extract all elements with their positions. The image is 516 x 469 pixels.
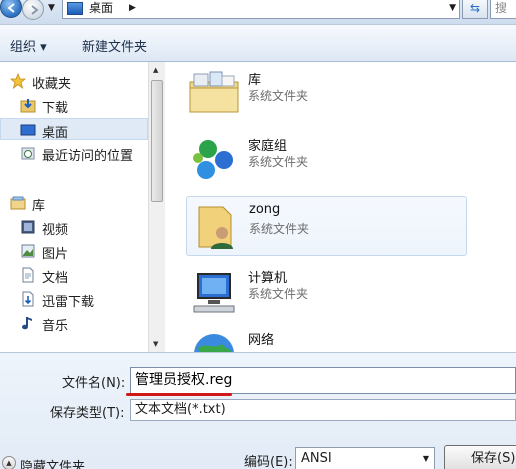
recent-pages-dropdown-icon[interactable]: ▼ <box>48 3 55 13</box>
item-type: 系统文件夹 <box>248 287 309 301</box>
library-folder-icon <box>189 71 239 113</box>
video-library-icon <box>21 220 35 234</box>
save-type-label: 保存类型(T): <box>50 406 125 421</box>
homegroup-icon <box>193 140 233 179</box>
nav-label: 收藏夹 <box>32 77 72 92</box>
user-folder-icon <box>198 206 233 249</box>
new-folder-button[interactable]: 新建文件夹 <box>82 36 147 55</box>
library-icon <box>10 196 26 210</box>
picture-library-icon <box>21 244 35 258</box>
nav-item-thunder-downloads[interactable]: 迅雷下载 <box>0 288 148 310</box>
nav-label: 图片 <box>42 247 69 262</box>
item-name: 库 <box>248 73 262 88</box>
nav-item-downloads[interactable]: 下载 <box>0 94 148 116</box>
refresh-button[interactable]: ⇆ <box>462 0 488 19</box>
navigation-pane: 收藏夹 下载 桌面 最近访问的位置 库 视频 图片 文档 迅雷下载 音乐 <box>0 62 148 352</box>
recent-places-icon <box>21 147 35 160</box>
nav-label: 视频 <box>42 223 69 238</box>
download-folder-icon <box>20 99 36 113</box>
nav-label: 文档 <box>42 271 69 286</box>
filename-field[interactable]: 管理员授权.reg <box>130 367 516 394</box>
nav-item-recent[interactable]: 最近访问的位置 <box>0 142 148 164</box>
list-item[interactable]: zong 系统文件夹 <box>186 196 467 256</box>
nav-label: 最近访问的位置 <box>42 149 134 164</box>
item-type: 系统文件夹 <box>249 222 310 236</box>
computer-icon <box>193 273 235 313</box>
nav-label: 库 <box>32 199 46 214</box>
nav-label: 音乐 <box>42 319 69 334</box>
nav-label: 桌面 <box>42 126 69 141</box>
item-name: zong <box>249 202 281 217</box>
nav-item-videos[interactable]: 视频 <box>0 216 148 238</box>
save-button[interactable]: 保存(S) <box>444 445 516 469</box>
red-underline-annotation <box>126 393 232 396</box>
scroll-thumb[interactable] <box>151 80 163 202</box>
item-type: 系统文件夹 <box>248 89 309 103</box>
organize-button[interactable]: 组织 ▾ <box>10 36 47 55</box>
nav-item-music[interactable]: 音乐 <box>0 312 148 334</box>
item-name: 家庭组 <box>248 139 288 154</box>
download-library-icon <box>22 291 34 307</box>
list-item[interactable]: 库 系统文件夹 <box>186 64 466 122</box>
save-options-panel: 文件名(N): 管理员授权.reg 保存类型(T): 文本文档(*.txt) ▲… <box>0 352 516 469</box>
back-button[interactable] <box>0 0 22 18</box>
encoding-select[interactable]: ANSI ▼ <box>295 447 435 469</box>
desktop-icon <box>20 124 36 136</box>
nav-label: 迅雷下载 <box>42 295 95 310</box>
refresh-icon: ⇆ <box>469 1 481 15</box>
nav-item-desktop[interactable]: 桌面 <box>0 118 148 141</box>
hide-folders-label: 隐藏文件夹 <box>20 460 86 469</box>
save-type-select[interactable]: 文本文档(*.txt) <box>130 399 516 421</box>
forward-button[interactable] <box>22 0 44 20</box>
encoding-value: ANSI <box>301 451 332 466</box>
hide-folders-toggle[interactable]: ▲ 隐藏文件夹 <box>0 456 100 469</box>
chevron-down-icon[interactable]: ▼ <box>449 3 456 13</box>
nav-item-libraries[interactable]: 库 <box>0 192 148 214</box>
address-bar: ▼ 桌面 ▶ ▼ ⇆ 搜 <box>0 0 516 24</box>
arrow-left-icon <box>7 3 15 13</box>
encoding-label: 编码(E): <box>244 455 293 469</box>
nav-item-pictures[interactable]: 图片 <box>0 240 148 262</box>
chevron-right-icon[interactable]: ▶ <box>129 3 136 13</box>
list-item[interactable]: 家庭组 系统文件夹 <box>186 130 466 188</box>
chevron-up-icon: ▲ <box>2 456 16 469</box>
list-item[interactable]: 计算机 系统文件夹 <box>186 262 466 320</box>
search-input[interactable]: 搜 <box>490 0 516 19</box>
scroll-up-icon[interactable]: ▲ <box>153 66 158 74</box>
arrow-right-icon <box>31 5 39 15</box>
command-bar: 组织 ▾ 新建文件夹 <box>0 24 516 62</box>
network-icon <box>194 334 234 352</box>
file-list: 库 系统文件夹 家庭组 系统文件夹 zong 系统文件夹 计算机 系统文件夹 网… <box>166 62 516 352</box>
nav-item-documents[interactable]: 文档 <box>0 264 148 286</box>
nav-item-favorites[interactable]: 收藏夹 <box>0 70 148 92</box>
chevron-down-icon: ▼ <box>422 454 429 463</box>
star-icon <box>10 73 26 89</box>
address-path-item[interactable]: 桌面 <box>89 0 113 17</box>
desktop-folder-icon <box>67 2 83 15</box>
item-name: 计算机 <box>248 271 288 286</box>
item-type: 系统文件夹 <box>248 155 309 169</box>
list-item[interactable]: 网络 <box>186 324 466 352</box>
address-box[interactable]: 桌面 ▶ ▼ <box>62 0 460 19</box>
navigation-scrollbar[interactable]: ▲ ▼ <box>148 62 165 352</box>
scroll-down-icon[interactable]: ▼ <box>153 340 158 348</box>
nav-label: 下载 <box>42 101 69 116</box>
document-library-icon <box>22 267 34 283</box>
item-name: 网络 <box>248 333 275 348</box>
music-note-icon <box>22 317 32 330</box>
filename-label: 文件名(N): <box>62 376 126 391</box>
